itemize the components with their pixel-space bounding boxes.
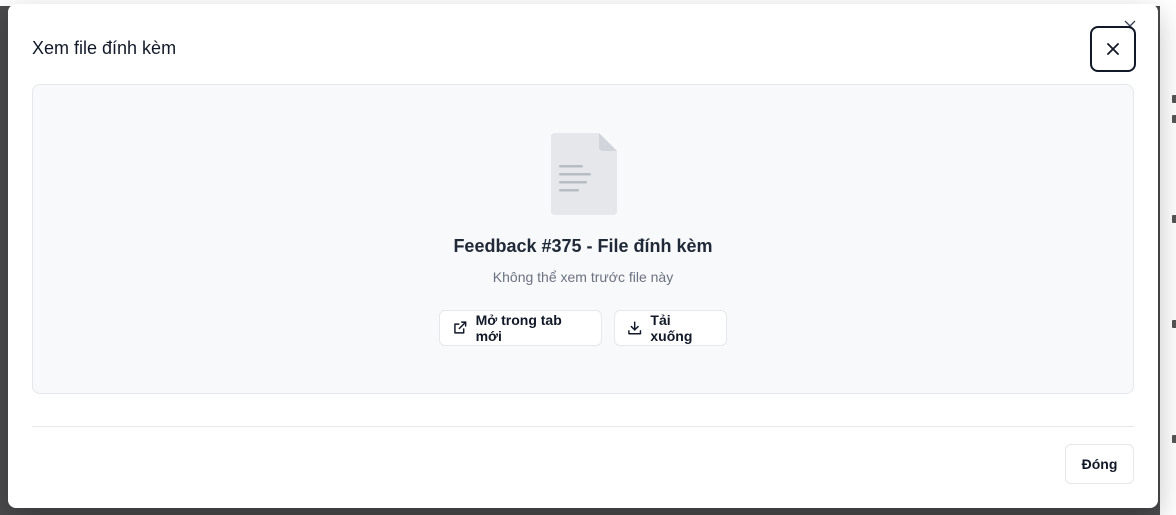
external-link-icon: [454, 321, 467, 334]
download-label: Tải xuống: [650, 312, 693, 344]
dialog-title: Xem file đính kèm: [32, 38, 177, 58]
download-icon: [628, 321, 642, 335]
file-text-icon: [551, 133, 617, 215]
download-button[interactable]: Tải xuống: [614, 310, 727, 346]
footer-divider: [32, 426, 1134, 427]
footer-close-button[interactable]: Đóng: [1065, 444, 1134, 484]
close-icon: [1107, 43, 1119, 55]
dialog-close-button[interactable]: [1090, 26, 1136, 72]
open-in-new-tab-button[interactable]: Mở trong tab mới: [439, 310, 602, 346]
file-preview-panel: Feedback #375 - File đính kèm Không thể …: [32, 84, 1134, 394]
file-name: Feedback #375 - File đính kèm: [453, 236, 713, 256]
background-page-edge: [1160, 0, 1176, 515]
preview-unavailable-message: Không thể xem trước file này: [492, 269, 674, 285]
open-in-new-tab-label: Mở trong tab mới: [475, 312, 562, 344]
attachment-viewer-dialog: Xem file đính kèm Feedback #375 - File đ…: [8, 4, 1158, 508]
